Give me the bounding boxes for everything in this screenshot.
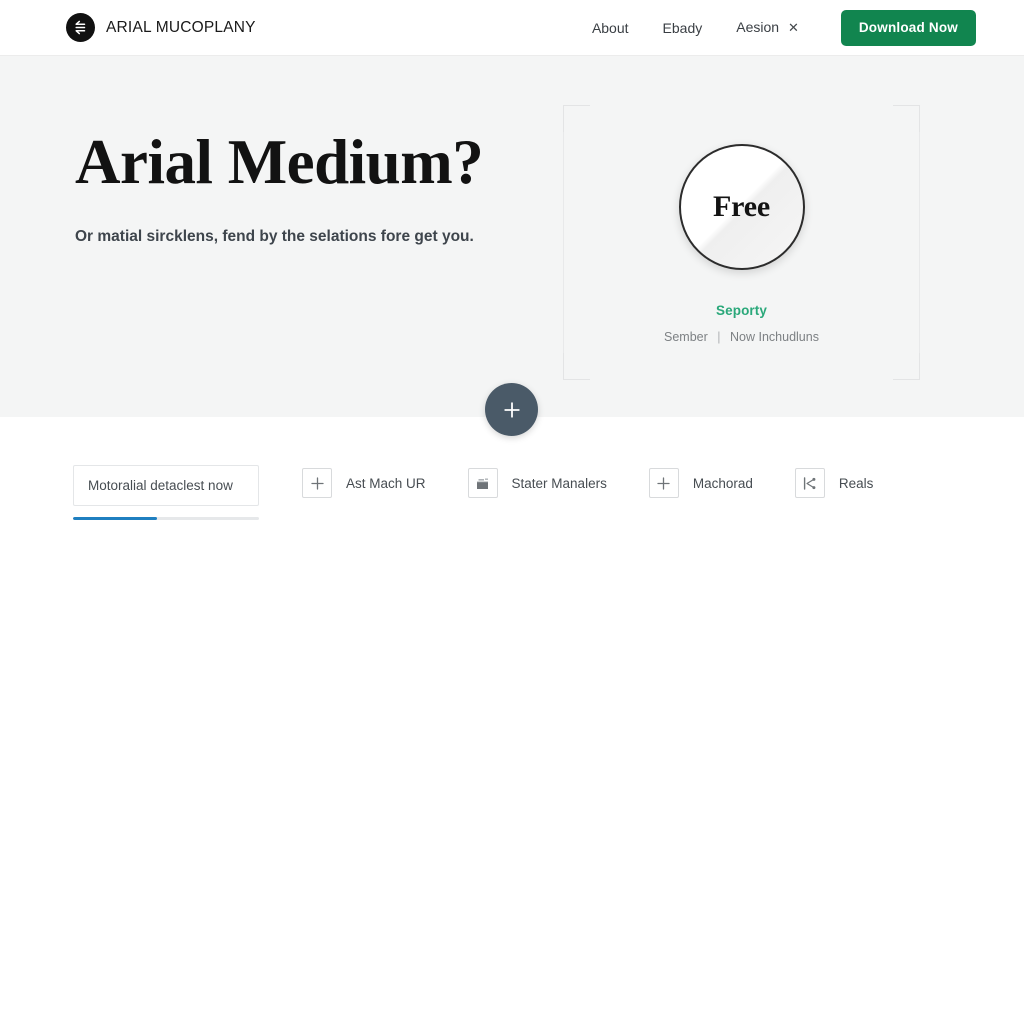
badge-meta-right: Now Inchudluns [730, 330, 819, 344]
tool-item-label: Ast Mach UR [346, 475, 426, 491]
plus-icon [648, 468, 679, 498]
site-header: ARIAL MUCOPLANY About Ebady Aesion ✕ Dow… [0, 0, 1024, 56]
nav-item-aesion[interactable]: Aesion ✕ [719, 19, 816, 36]
tool-item-stater-manalers[interactable]: Stater Manalers [467, 468, 607, 498]
tool-item-label: Stater Manalers [511, 475, 607, 491]
panel-corner-top-right [893, 105, 920, 132]
tool-item-reals[interactable]: Reals [794, 468, 874, 498]
toolbar-row: Motoralial detaclest now Ast Mach UR Sta… [0, 465, 1024, 545]
plus-icon [501, 399, 523, 421]
badge-meta-separator: | [717, 330, 721, 344]
free-badge-label: Free [713, 190, 770, 223]
primary-nav: About Ebady Aesion ✕ Download Now [575, 9, 976, 46]
arrow-left-circle-icon [66, 13, 95, 42]
tool-item-ast-mach-ur[interactable]: Ast Mach UR [302, 468, 426, 498]
tool-item-label: Machorad [692, 475, 753, 491]
close-x-icon[interactable]: ✕ [788, 20, 799, 35]
badge-caption: Seporty [716, 303, 767, 318]
brand-name: ARIAL MUCOPLANY [106, 18, 256, 36]
badge-meta-left: Sember [664, 330, 708, 344]
add-floating-action-button[interactable] [485, 383, 538, 436]
tab-motoralial-detaclest[interactable]: Motoralial detaclest now [73, 465, 259, 506]
free-badge[interactable]: Free [678, 144, 805, 270]
badge-meta: Sember | Now Inchudluns [563, 330, 920, 344]
nav-item-aesion-label: Aesion [736, 19, 780, 35]
download-now-button[interactable]: Download Now [840, 9, 976, 46]
progress-bar-track [73, 517, 259, 520]
nav-item-about[interactable]: About [575, 20, 646, 36]
briefcase-icon [467, 468, 498, 498]
panel-corner-top-left [563, 105, 590, 132]
plus-icon [302, 468, 332, 498]
progress-bar-fill [73, 517, 157, 520]
hero-copy: Arial Medium? Or matial sircklens, fend … [75, 131, 545, 252]
hero-subtitle: Or matial sircklens, fend by the selatio… [75, 228, 474, 245]
brand-logo-group[interactable]: ARIAL MUCOPLANY [66, 13, 256, 42]
hero-section: Arial Medium? Or matial sircklens, fend … [0, 56, 1024, 417]
nav-item-ebady[interactable]: Ebady [646, 20, 720, 36]
panel-corner-bottom-right [893, 353, 920, 380]
tool-item-list: Ast Mach UR Stater Manalers Machorad Rea… [302, 468, 873, 498]
tab-label: Motoralial detaclest now [88, 478, 233, 493]
share-icon [794, 468, 825, 498]
tool-item-label: Reals [838, 475, 874, 491]
panel-corner-bottom-left [563, 353, 590, 380]
page-title: Arial Medium? [75, 127, 484, 197]
badge-panel: Free Seporty Sember | Now Inchudluns [563, 105, 920, 380]
tool-item-machorad[interactable]: Machorad [648, 468, 753, 498]
